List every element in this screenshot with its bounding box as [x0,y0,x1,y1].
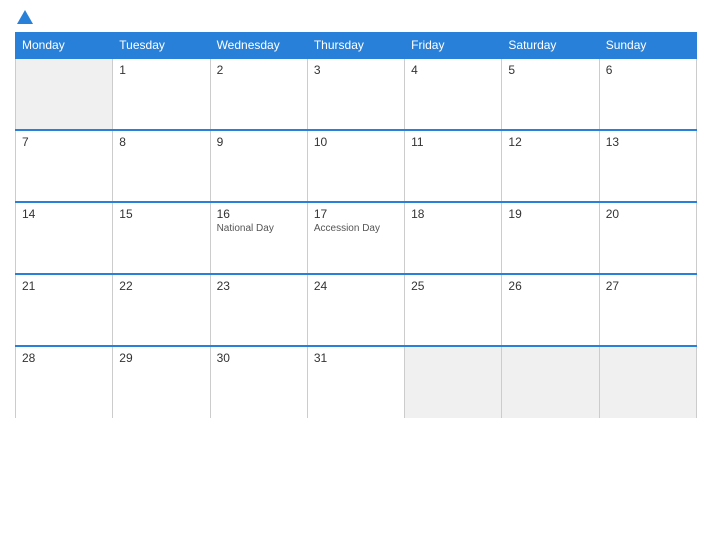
day-number: 31 [314,351,398,365]
day-number: 16 [217,207,301,221]
day-number: 26 [508,279,592,293]
day-cell: 6 [599,58,696,130]
week-row-1: 123456 [16,58,697,130]
calendar-header [15,10,697,24]
day-number: 15 [119,207,203,221]
week-row-3: 14 15 16 National Day 17 Accession Day 18 19 20 [16,202,697,274]
weekday-header-tuesday: Tuesday [113,33,210,59]
day-number: 17 [314,207,398,221]
day-cell [16,58,113,130]
day-number: 6 [606,63,690,77]
day-cell: 23 [210,274,307,346]
day-number: 10 [314,135,398,149]
day-cell: 25 [405,274,502,346]
week-row-5: 28 29 30 31 [16,346,697,418]
day-number: 19 [508,207,592,221]
day-number: 21 [22,279,106,293]
day-cell: 7 [16,130,113,202]
day-number: 28 [22,351,106,365]
day-number: 23 [217,279,301,293]
week-row-4: 21 22 23 24 25 26 27 [16,274,697,346]
week-row-2: 789 10 11 12 13 [16,130,697,202]
day-cell: 24 [307,274,404,346]
day-number: 20 [606,207,690,221]
day-number: 29 [119,351,203,365]
day-cell: 18 [405,202,502,274]
day-cell: 1 [113,58,210,130]
day-cell: 29 [113,346,210,418]
day-number: 13 [606,135,690,149]
day-number: 14 [22,207,106,221]
holiday-label: National Day [217,223,301,234]
day-cell: 2 [210,58,307,130]
day-number: 3 [314,63,398,77]
weekday-header-friday: Friday [405,33,502,59]
day-cell: 17 Accession Day [307,202,404,274]
day-cell: 16 National Day [210,202,307,274]
holiday-label: Accession Day [314,223,398,234]
day-number: 4 [411,63,495,77]
day-cell [405,346,502,418]
day-number: 12 [508,135,592,149]
calendar-container: MondayTuesdayWednesdayThursdayFridaySatu… [0,0,712,550]
day-cell: 13 [599,130,696,202]
day-cell: 11 [405,130,502,202]
day-number: 5 [508,63,592,77]
day-cell: 31 [307,346,404,418]
day-number: 18 [411,207,495,221]
day-cell [502,346,599,418]
day-cell: 12 [502,130,599,202]
weekday-header-wednesday: Wednesday [210,33,307,59]
weekday-header-monday: Monday [16,33,113,59]
day-cell: 21 [16,274,113,346]
day-number: 11 [411,135,495,149]
day-cell: 9 [210,130,307,202]
day-number: 2 [217,63,301,77]
day-number: 9 [217,135,301,149]
calendar-table: MondayTuesdayWednesdayThursdayFridaySatu… [15,32,697,418]
day-cell: 5 [502,58,599,130]
day-number: 22 [119,279,203,293]
day-cell: 4 [405,58,502,130]
day-number: 1 [119,63,203,77]
day-cell [599,346,696,418]
day-number: 27 [606,279,690,293]
weekday-header-sunday: Sunday [599,33,696,59]
day-cell: 30 [210,346,307,418]
day-cell: 28 [16,346,113,418]
weekday-header-row: MondayTuesdayWednesdayThursdayFridaySatu… [16,33,697,59]
day-cell: 19 [502,202,599,274]
weekday-header-saturday: Saturday [502,33,599,59]
day-number: 30 [217,351,301,365]
day-cell: 26 [502,274,599,346]
logo-triangle-icon [17,10,33,24]
day-cell: 15 [113,202,210,274]
day-number: 8 [119,135,203,149]
day-cell: 14 [16,202,113,274]
logo [15,10,35,24]
day-cell: 10 [307,130,404,202]
day-cell: 20 [599,202,696,274]
day-number: 7 [22,135,106,149]
day-number: 24 [314,279,398,293]
day-cell: 27 [599,274,696,346]
day-cell: 22 [113,274,210,346]
day-number: 25 [411,279,495,293]
day-cell: 3 [307,58,404,130]
day-cell: 8 [113,130,210,202]
weekday-header-thursday: Thursday [307,33,404,59]
